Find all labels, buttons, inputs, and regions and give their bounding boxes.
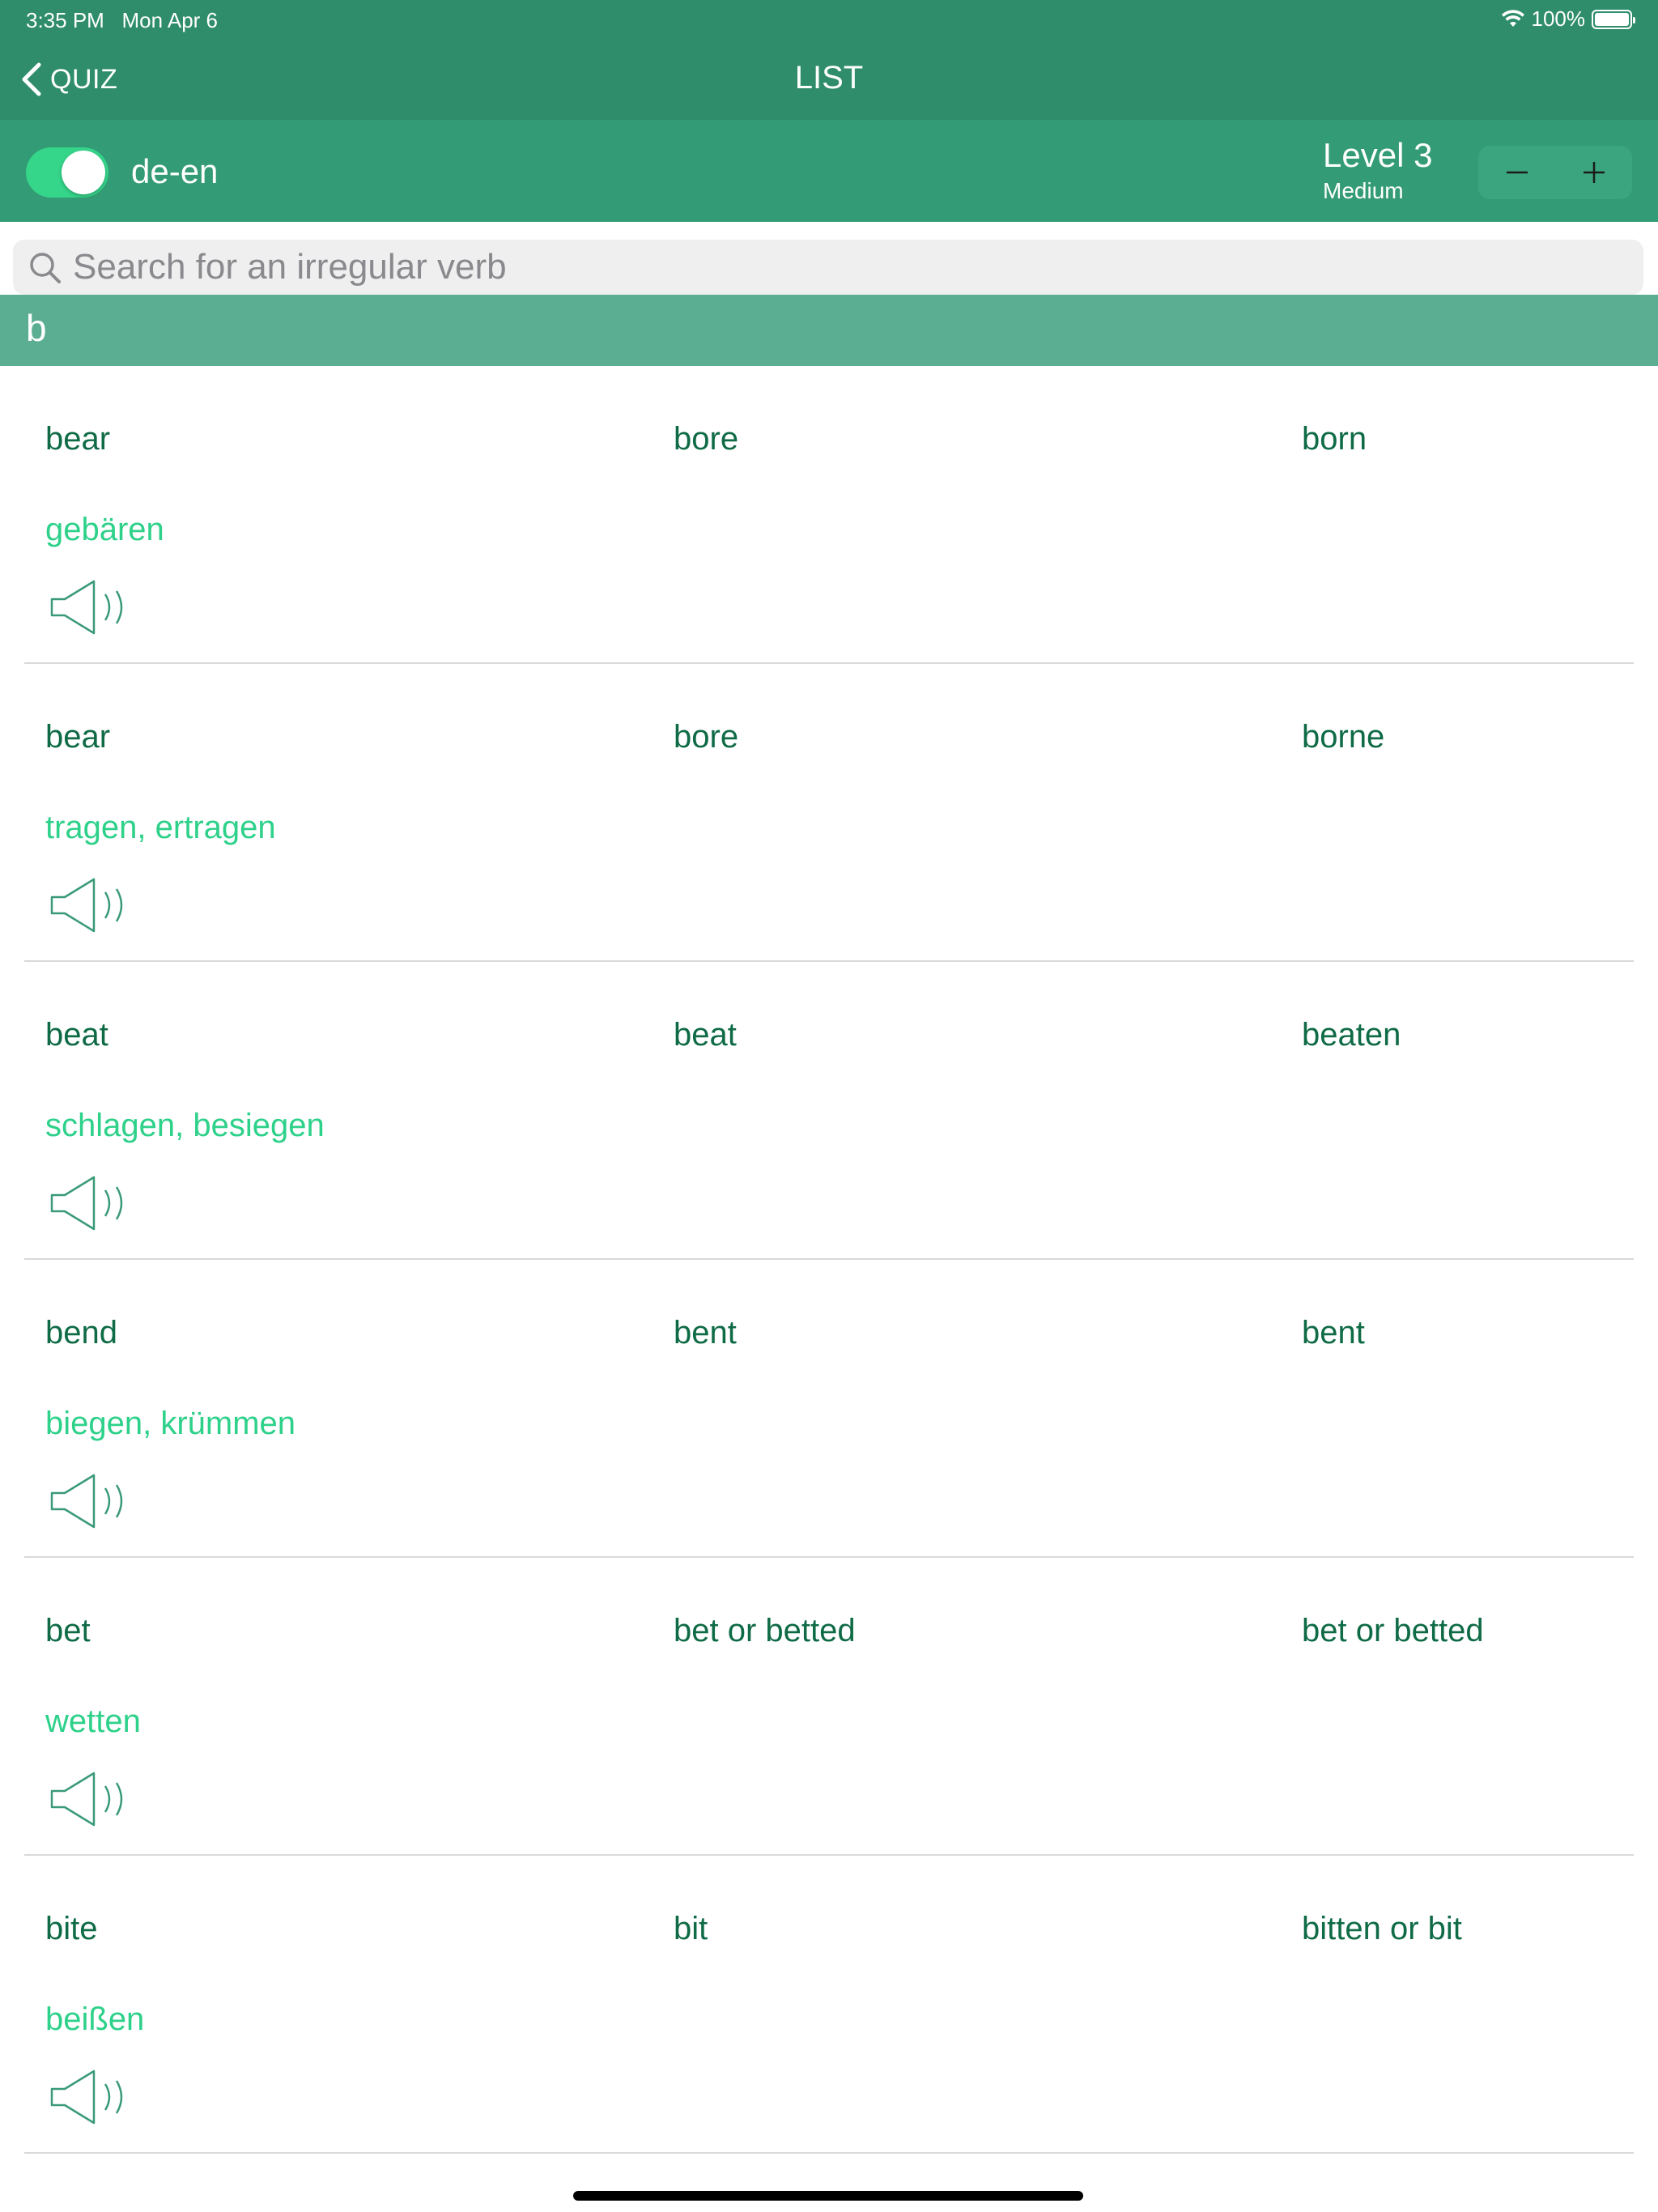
language-direction-toggle[interactable] (26, 147, 108, 198)
level-title: Level 3 (1323, 136, 1433, 174)
verb-translation: wetten (45, 1704, 141, 1739)
verb-past-participle: bet or betted (1302, 1613, 1484, 1648)
level-info: Level 3 Medium (1323, 136, 1432, 204)
search-icon (30, 253, 61, 283)
search-input[interactable] (73, 243, 1611, 291)
plus-icon (1583, 162, 1605, 183)
status-bar: 3:35 PM Mon Apr 6 100% (0, 0, 1658, 39)
verb-base-form: bear (45, 421, 111, 457)
search-bar (13, 240, 1643, 295)
verb-past-simple: bore (674, 719, 739, 755)
verb-translation: gebären (45, 512, 164, 547)
status-time-date: 3:35 PM Mon Apr 6 (26, 8, 218, 33)
verb-past-simple: bet or betted (674, 1613, 856, 1648)
list-item[interactable]: bite bit bitten or bit beißen (24, 1856, 1634, 2154)
speaker-icon[interactable] (49, 1472, 139, 1530)
language-direction-label: de-en (131, 152, 219, 190)
verb-translation: tragen, ertragen (45, 810, 276, 845)
navigation-bar: QUIZ LIST (0, 39, 1658, 120)
battery-icon (1592, 9, 1635, 29)
speaker-icon[interactable] (49, 1174, 139, 1232)
level-subtitle: Medium (1323, 178, 1404, 203)
verb-base-form: bend (45, 1315, 117, 1351)
status-date: Mon Apr 6 (121, 8, 219, 32)
list-item[interactable]: bet bet or betted bet or betted wetten (24, 1558, 1634, 1856)
list-item[interactable]: beat beat beaten schlagen, besiegen (24, 962, 1634, 1260)
speaker-icon[interactable] (49, 1770, 139, 1828)
settings-bar: de-en Level 3 Medium (0, 120, 1658, 222)
wifi-icon (1501, 9, 1524, 27)
speaker-icon[interactable] (49, 578, 139, 636)
list-item[interactable]: bend bent bent biegen, krümmen (24, 1260, 1634, 1558)
app-root: 3:35 PM Mon Apr 6 100% QUIZ LIST de-en L… (0, 0, 1658, 2212)
verb-past-participle: born (1302, 421, 1367, 457)
verb-past-participle: borne (1302, 719, 1385, 755)
verb-base-form: bear (45, 719, 111, 755)
battery-percent: 100% (1531, 6, 1586, 31)
verb-past-simple: bit (674, 1911, 708, 1946)
verb-list: bear bore born gebären bear bore borne t… (0, 366, 1658, 2154)
home-indicator[interactable] (573, 2191, 1083, 2201)
page-title: LIST (794, 60, 864, 96)
level-stepper (1478, 146, 1632, 199)
list-item[interactable]: bear bore borne tragen, ertragen (24, 664, 1634, 962)
level-decrement-button[interactable] (1478, 146, 1555, 199)
verb-base-form: beat (45, 1017, 108, 1053)
level-increment-button[interactable] (1555, 146, 1632, 199)
verb-translation: biegen, krümmen (45, 1406, 296, 1441)
minus-icon (1506, 171, 1528, 174)
speaker-icon[interactable] (49, 2068, 139, 2126)
verb-base-form: bet (45, 1613, 91, 1648)
verb-past-participle: beaten (1302, 1017, 1401, 1053)
section-header: b (0, 295, 1658, 366)
status-right: 100% (1501, 6, 1635, 32)
verb-translation: schlagen, besiegen (45, 1108, 325, 1143)
verb-past-simple: bore (674, 421, 739, 457)
speaker-icon[interactable] (49, 876, 139, 934)
verb-past-participle: bent (1302, 1315, 1365, 1351)
verb-past-participle: bitten or bit (1302, 1911, 1462, 1946)
verb-past-simple: beat (674, 1017, 737, 1053)
verb-base-form: bite (45, 1911, 98, 1946)
verb-translation: beißen (45, 2001, 145, 2037)
list-item[interactable]: bear bore born gebären (24, 366, 1634, 664)
toggle-knob (62, 151, 105, 194)
section-header-letter: b (26, 307, 47, 349)
status-time: 3:35 PM (26, 8, 104, 32)
verb-past-simple: bent (674, 1315, 737, 1351)
